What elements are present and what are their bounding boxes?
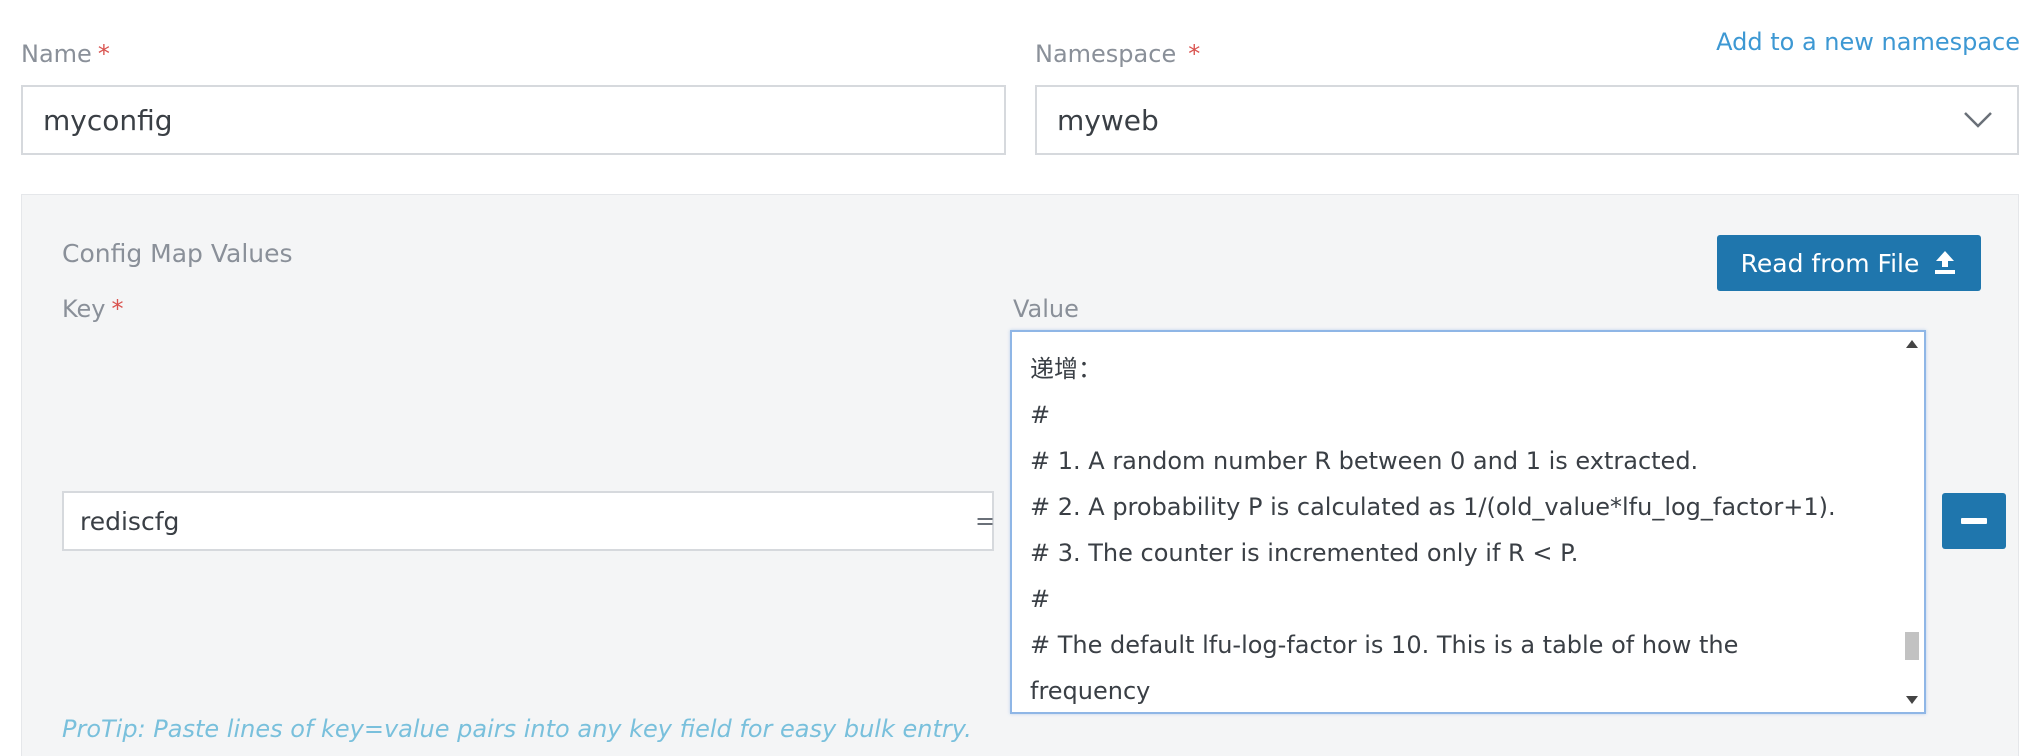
- value-line: # The default lfu-log-factor is 10. This…: [1030, 631, 1739, 659]
- value-line: # 3. The counter is incremented only if …: [1030, 539, 1579, 567]
- key-input-value: rediscfg: [80, 506, 180, 536]
- value-line: # 1. A random number R between 0 and 1 i…: [1030, 447, 1699, 475]
- namespace-required-mark: *: [1188, 40, 1201, 68]
- key-label: Key *: [62, 295, 124, 323]
- config-map-form: Name * myconfig Namespace * Add to a new n…: [0, 0, 2024, 756]
- config-map-title: Config Map Values: [62, 239, 293, 268]
- value-text: 递增： # # 1. A random number R between 0 a…: [1030, 346, 1890, 712]
- scroll-up-arrow-icon[interactable]: [1906, 340, 1918, 348]
- config-map-panel: Config Map Values Read from File Key * Va…: [21, 194, 2019, 756]
- minus-icon: [1961, 518, 1987, 524]
- protip-text: ProTip: Paste lines of key=value pairs i…: [62, 715, 972, 743]
- remove-entry-button[interactable]: [1942, 493, 2006, 549]
- value-line: 递增：: [1030, 355, 1102, 383]
- namespace-label-text: Namespace: [1035, 40, 1177, 68]
- key-input[interactable]: rediscfg: [62, 491, 994, 551]
- key-label-text: Key: [62, 295, 106, 323]
- value-line: # 2. A probability P is calculated as 1/…: [1030, 493, 1836, 521]
- namespace-select-value: myweb: [1057, 103, 1159, 137]
- name-required-mark: *: [97, 40, 110, 68]
- name-input[interactable]: myconfig: [21, 85, 1006, 155]
- chevron-down-icon: [1964, 112, 1992, 128]
- name-input-value: myconfig: [43, 103, 173, 137]
- value-label: Value: [1013, 295, 1079, 323]
- add-to-new-namespace-link[interactable]: Add to a new namespace: [1716, 28, 2020, 56]
- equals-sign: =: [975, 507, 996, 535]
- scroll-down-arrow-icon[interactable]: [1906, 696, 1918, 704]
- upload-icon: [1935, 251, 1956, 274]
- value-line: #: [1030, 585, 1051, 613]
- value-scrollbar[interactable]: [1900, 332, 1924, 712]
- value-line: frequency: [1030, 677, 1151, 705]
- name-label: Name *: [21, 40, 110, 68]
- namespace-label: Namespace *: [1035, 40, 1200, 68]
- namespace-select[interactable]: myweb: [1035, 85, 2019, 155]
- key-required-mark: *: [111, 295, 124, 323]
- value-textarea[interactable]: 递增： # # 1. A random number R between 0 a…: [1010, 330, 1926, 714]
- value-line: #: [1030, 401, 1051, 429]
- read-from-file-label: Read from File: [1740, 248, 1920, 278]
- scroll-thumb[interactable]: [1905, 632, 1919, 660]
- name-label-text: Name: [21, 40, 92, 68]
- read-from-file-button[interactable]: Read from File: [1717, 235, 1981, 291]
